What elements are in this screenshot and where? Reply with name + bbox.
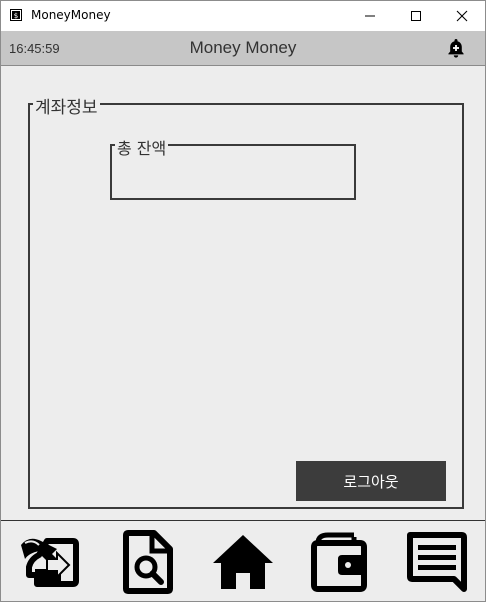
search-document-icon <box>123 530 173 594</box>
transfer-icon <box>21 538 79 587</box>
svg-text:$: $ <box>14 12 18 20</box>
window-title: MoneyMoney <box>31 8 111 22</box>
app-window: $ MoneyMoney 16:45:59 Money Money 계좌정보 총… <box>0 0 486 602</box>
nav-divider <box>1 520 485 521</box>
account-info-label: 계좌정보 <box>33 93 100 118</box>
logout-button[interactable]: 로그아웃 <box>296 461 446 501</box>
nav-transfer-button[interactable] <box>17 529 81 595</box>
bell-plus-icon[interactable] <box>445 37 467 59</box>
home-icon <box>213 535 273 589</box>
nav-home-button[interactable] <box>211 529 275 595</box>
nav-search-button[interactable] <box>114 529 178 595</box>
nav-message-button[interactable] <box>404 529 468 595</box>
total-balance-label: 총 잔액 <box>115 135 169 159</box>
minimize-icon <box>365 15 375 17</box>
nav-wallet-button[interactable] <box>308 529 372 595</box>
account-info-group: 계좌정보 총 잔액 <box>28 93 464 509</box>
maximize-icon <box>411 11 421 21</box>
close-button[interactable] <box>439 1 485 31</box>
minimize-button[interactable] <box>347 1 393 31</box>
app-title: Money Money <box>189 38 297 57</box>
wallet-icon <box>311 532 367 592</box>
maximize-button[interactable] <box>393 1 439 31</box>
window-title-bar[interactable]: $ MoneyMoney <box>1 1 485 31</box>
app-icon: $ <box>10 9 22 21</box>
total-balance-group: 총 잔액 <box>110 135 356 200</box>
app-header: 16:45:59 Money Money <box>1 31 485 66</box>
message-icon <box>407 532 467 592</box>
close-icon <box>456 10 468 22</box>
